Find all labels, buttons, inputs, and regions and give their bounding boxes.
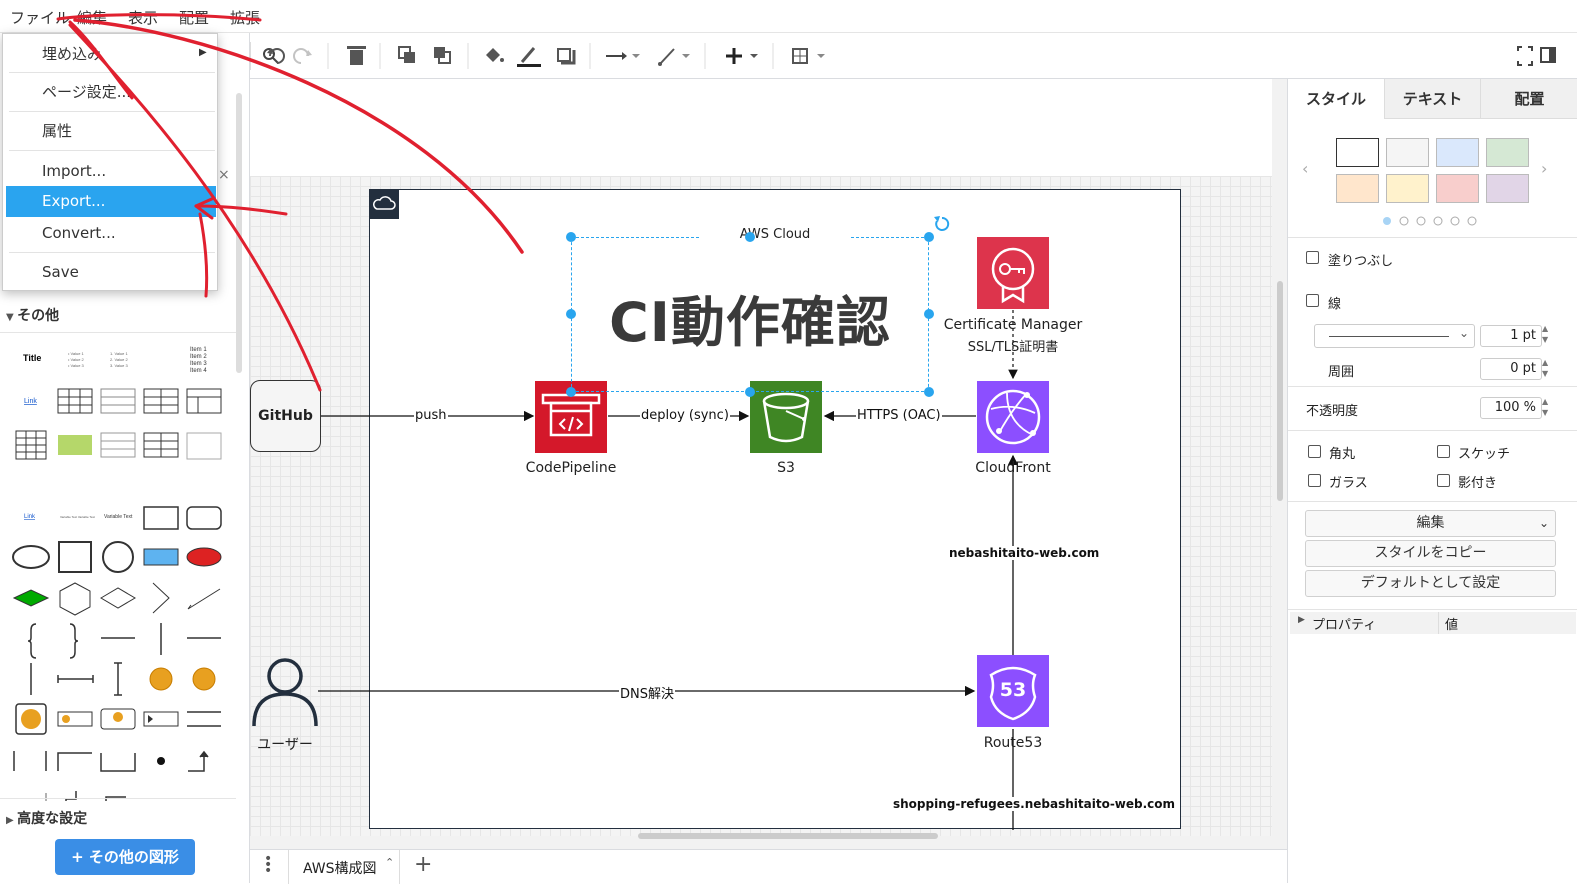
tab-style[interactable]: スタイル [1288,79,1384,119]
color-swatch[interactable] [1436,138,1479,167]
swatch-next-icon[interactable]: › [1541,159,1547,178]
codepipeline-label: CodePipeline [525,460,617,476]
file-menu-dropdown: 埋め込み ▶ ページ設定... 属性 Import... Export... C… [2,33,218,291]
color-swatch[interactable] [1386,174,1429,203]
sketch-label: スケッチ [1458,447,1511,462]
prop-col1: プロパティ [1312,618,1377,633]
edit-style-label: 編集 [1416,515,1445,531]
cloudfront-node[interactable] [977,381,1049,453]
perimeter-spinner[interactable]: ▲ ▼ [1542,357,1548,379]
fill-label: 塗りつぶし [1328,254,1394,269]
edge-label-push[interactable]: push [414,408,448,423]
edge-label-domain1[interactable]: nebashitaito-web.com [948,546,1101,560]
cert-label-line1: Certificate Manager [943,317,1083,333]
line-style-select[interactable]: ⌄ [1314,324,1475,348]
chevron-up-icon: ⌃ [385,856,395,869]
glass-checkbox[interactable] [1308,474,1321,487]
prop-col2: 値 [1445,618,1459,633]
rounded-checkbox[interactable] [1308,445,1321,458]
page-tab[interactable]: AWS構成図 ⌃ [288,850,400,884]
format-panel: スタイル テキスト 配置 ‹ › 塗りつぶし 線 ⌄ 1 pt ▲ ▼ 周囲 0 … [1287,79,1577,883]
s3-label: S3 [777,460,795,476]
menu-item-export[interactable]: Export... [6,186,216,217]
glass-label: ガラス [1329,476,1368,491]
cert-label-line2: SSL/TLS証明書 [967,340,1059,355]
swatch-prev-icon[interactable]: ‹ [1302,159,1308,178]
menu-item-convert[interactable]: Convert... [6,218,216,249]
route53-label: Route53 [983,735,1043,751]
edge-label-https[interactable]: HTTPS (OAC) [856,408,942,423]
properties-header[interactable]: ▶ プロパティ 値 [1290,612,1576,634]
selection-handles[interactable] [560,211,955,403]
copy-style-button[interactable]: スタイルをコピー [1305,540,1556,567]
route53-node[interactable]: 53 [977,655,1049,727]
swatch-pager[interactable] [1382,215,1482,227]
edge-label-domain2[interactable]: shopping-refugees.nebashitaito-web.com [892,797,1177,811]
line-label: 線 [1328,297,1342,312]
perimeter-input[interactable]: 0 pt [1480,358,1542,380]
submenu-arrow-icon: ▶ [199,47,207,58]
tab-arrange[interactable]: 配置 [1480,79,1577,119]
shadow-label: 影付き [1458,476,1498,491]
menu-item-properties[interactable]: 属性 [6,116,216,147]
rounded-label: 角丸 [1329,447,1356,462]
color-swatch[interactable] [1336,138,1379,167]
expand-icon: ▶ [1298,615,1305,625]
shadow-checkbox[interactable] [1437,474,1450,487]
cloudfront-globe-icon [985,389,1041,445]
user-icon[interactable] [250,654,320,728]
menu-item-page-setup[interactable]: ページ設定... [6,77,216,108]
page-tabs-bar: • • • AWS構成図 ⌃ + [250,849,1287,884]
sketch-checkbox[interactable] [1437,445,1450,458]
opacity-spinner[interactable]: ▲ ▼ [1542,396,1548,418]
certificate-manager-node[interactable] [977,237,1049,309]
line-width-spinner[interactable]: ▲ ▼ [1542,323,1548,345]
menu-item-import[interactable]: Import... [6,156,216,187]
perimeter-label: 周囲 [1328,365,1355,380]
add-page-icon[interactable]: + [414,852,432,877]
opacity-input[interactable]: 100 % [1480,397,1542,419]
edit-style-select[interactable]: 編集 ⌄ [1305,510,1556,537]
opacity-label: 不透明度 [1306,404,1359,419]
user-label: ユーザー [257,737,313,753]
pages-menu-icon[interactable]: • • • [264,852,272,878]
chevron-down-icon: ⌄ [1538,516,1549,530]
tab-text[interactable]: テキスト [1384,79,1480,119]
color-swatch[interactable] [1486,174,1529,203]
cloudfront-label: CloudFront [975,460,1051,476]
menu-item-save[interactable]: Save [6,257,216,288]
route53-badge: 53 [999,679,1027,701]
color-swatch[interactable] [1386,138,1429,167]
menu-item-embed[interactable]: 埋め込み [6,39,216,70]
github-node[interactable]: GitHub [250,380,321,452]
edge-label-dns[interactable]: DNS解決 [619,683,675,702]
color-swatch[interactable] [1336,174,1379,203]
certificate-ribbon-icon [991,247,1035,304]
line-width-input[interactable]: 1 pt [1480,325,1542,347]
page-tab-label: AWS構成図 [303,861,377,877]
set-default-button[interactable]: デフォルトとして設定 [1305,570,1556,597]
color-swatch[interactable] [1486,138,1529,167]
edge-label-deploy[interactable]: deploy (sync) [640,408,730,423]
color-swatch[interactable] [1436,174,1479,203]
line-checkbox[interactable] [1306,294,1319,307]
fill-checkbox[interactable] [1306,251,1319,264]
